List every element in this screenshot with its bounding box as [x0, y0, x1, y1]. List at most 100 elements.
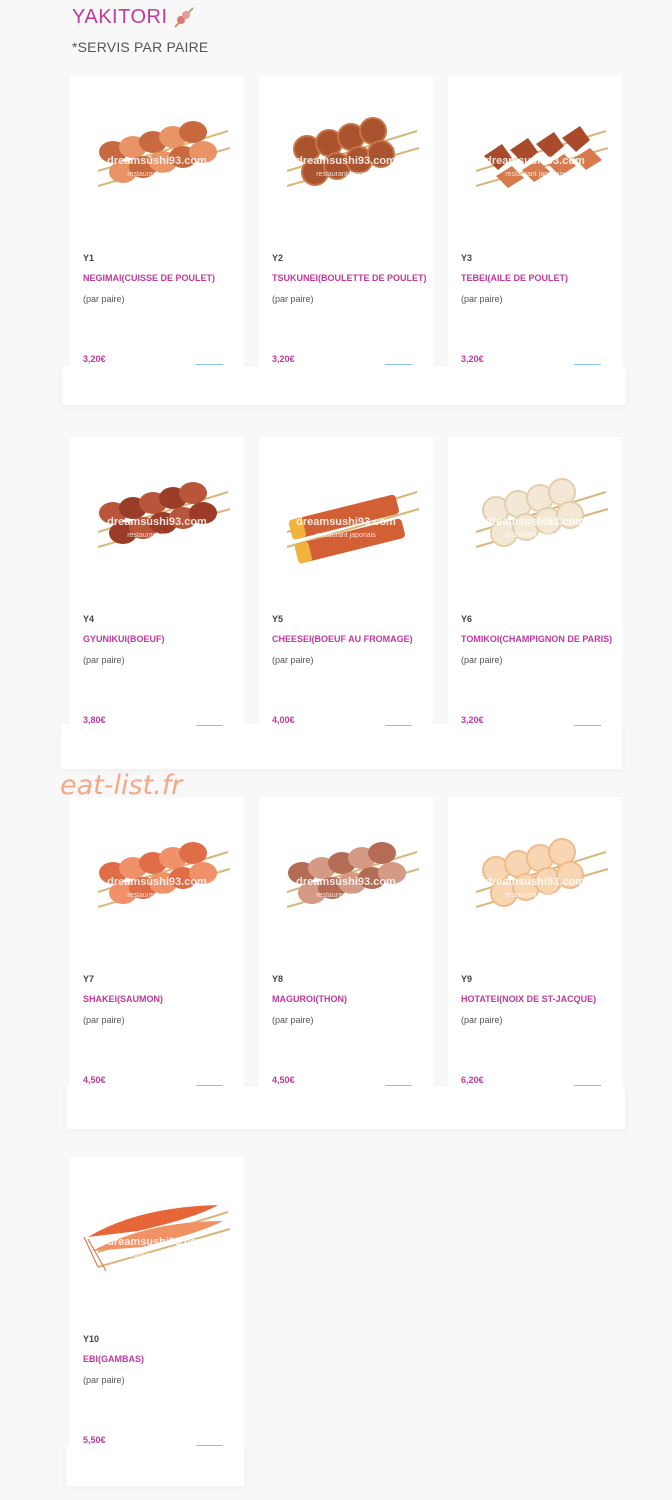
- add-to-cart-button[interactable]: [385, 364, 412, 365]
- product-card[interactable]: dreamsushi93.com restaurant japonais Y3 TEB…: [448, 76, 622, 366]
- product-description: (par paire): [461, 294, 503, 304]
- product-image[interactable]: dreamsushi93.com restaurant japonais: [78, 807, 236, 957]
- skewer-photo-icon: dreamsushi93.com restaurant japonais: [286, 491, 420, 564]
- product-code: Y2: [272, 253, 284, 263]
- product-code: Y6: [461, 614, 473, 624]
- product-price: 3,80€: [83, 715, 106, 725]
- product-code: Y7: [83, 974, 95, 984]
- product-code: Y8: [272, 974, 284, 984]
- product-image[interactable]: dreamsushi93.com restaurant japonais: [267, 86, 425, 236]
- product-image[interactable]: dreamsushi93.com restaurant japonais: [456, 86, 614, 236]
- product-card[interactable]: dreamsushi93.com restaurant japonais Y2 TSU…: [259, 76, 433, 366]
- add-to-cart-button[interactable]: [196, 1445, 223, 1446]
- add-to-cart-button[interactable]: [196, 725, 223, 726]
- skewer-photo-icon: dreamsushi93.com restaurant japonais: [475, 838, 609, 908]
- svg-text:dreamsushi93.com: dreamsushi93.com: [296, 155, 396, 167]
- row-band: [62, 366, 626, 405]
- product-card[interactable]: dreamsushi93.com restaurant japonais Y9 HOT…: [448, 797, 622, 1087]
- svg-text:dreamsushi93.com: dreamsushi93.com: [107, 516, 207, 528]
- site-watermark: eat-list.fr: [60, 770, 183, 801]
- skewer-photo-icon: dreamsushi93.com restaurant japonais: [475, 478, 609, 548]
- product-name[interactable]: GYUNIKUI(BOEUF): [83, 634, 241, 644]
- svg-text:restaurant japonais: restaurant japonais: [316, 892, 376, 899]
- svg-text:restaurant japonais: restaurant japonais: [505, 532, 565, 539]
- skewer-photo-icon: dreamsushi93.com restaurant japonais: [475, 126, 609, 188]
- page-subtitle: *SERVIS PAR PAIRE: [72, 39, 209, 55]
- product-name[interactable]: EBI(GAMBAS): [83, 1354, 241, 1364]
- skewer-photo-icon: dreamsushi93.com restaurant japonais: [286, 842, 420, 908]
- product-code: Y5: [272, 614, 284, 624]
- add-to-cart-button[interactable]: [385, 725, 412, 726]
- product-description: (par paire): [461, 655, 503, 665]
- product-card[interactable]: dreamsushi93.com restaurant japonais Y4 GYU…: [70, 437, 244, 727]
- skewer-photo-icon: dreamsushi93.com restaurant japonais: [97, 842, 231, 908]
- product-image[interactable]: dreamsushi93.com restaurant japonais: [456, 807, 614, 957]
- product-price: 3,20€: [83, 354, 106, 364]
- product-card[interactable]: dreamsushi93.com restaurant japonais Y1 NEG…: [70, 76, 244, 366]
- svg-text:dreamsushi93.com: dreamsushi93.com: [485, 155, 585, 167]
- product-code: Y10: [83, 1334, 100, 1344]
- product-name[interactable]: CHEESEI(BOEUF AU FROMAGE): [272, 634, 430, 644]
- row-band: [61, 724, 622, 769]
- add-to-cart-button[interactable]: [574, 364, 601, 365]
- add-to-cart-button[interactable]: [574, 725, 601, 726]
- product-code: Y4: [83, 614, 95, 624]
- product-card[interactable]: dreamsushi93.com restaurant japonais Y6 TOM…: [448, 437, 622, 727]
- product-card[interactable]: dreamsushi93.com restaurant japonais Y7 SHA…: [70, 797, 244, 1087]
- product-description: (par paire): [272, 294, 314, 304]
- product-description: (par paire): [83, 1015, 125, 1025]
- svg-text:restaurant japonais: restaurant japonais: [127, 892, 187, 899]
- product-name[interactable]: MAGUROI(THON): [272, 994, 430, 1004]
- product-price: 6,20€: [461, 1075, 484, 1085]
- svg-text:restaurant japonais: restaurant japonais: [127, 171, 187, 178]
- skewer-photo-icon: dreamsushi93.com restaurant japonais: [286, 117, 420, 187]
- add-to-cart-button[interactable]: [574, 1085, 601, 1086]
- product-card[interactable]: dreamsushi93.com restaurant japonais Y10 EB…: [70, 1157, 244, 1447]
- product-price: 5,50€: [83, 1435, 106, 1445]
- product-description: (par paire): [272, 1015, 314, 1025]
- skewer-photo-icon: dreamsushi93.com restaurant japonais: [97, 482, 231, 548]
- row-band: [66, 1446, 244, 1486]
- product-price: 3,20€: [272, 354, 295, 364]
- add-to-cart-button[interactable]: [196, 1085, 223, 1086]
- product-image[interactable]: dreamsushi93.com restaurant japonais: [78, 86, 236, 236]
- svg-text:dreamsushi93.com: dreamsushi93.com: [107, 876, 207, 888]
- svg-text:dreamsushi93.com: dreamsushi93.com: [296, 516, 396, 528]
- page-title: YAKITORI: [72, 6, 168, 28]
- product-name[interactable]: SHAKEI(SAUMON): [83, 994, 241, 1004]
- product-image[interactable]: dreamsushi93.com restaurant japonais: [267, 447, 425, 597]
- product-card[interactable]: dreamsushi93.com restaurant japonais Y8 MAG…: [259, 797, 433, 1087]
- product-code: Y3: [461, 253, 473, 263]
- product-name[interactable]: TSUKUNEI(BOULETTE DE POULET): [272, 273, 430, 283]
- svg-text:dreamsushi93.com: dreamsushi93.com: [107, 1236, 207, 1248]
- product-code: Y1: [83, 253, 95, 263]
- skewer-icon: [174, 7, 194, 28]
- svg-text:dreamsushi93.com: dreamsushi93.com: [485, 516, 585, 528]
- svg-text:restaurant japonais: restaurant japonais: [316, 171, 376, 178]
- product-description: (par paire): [461, 1015, 503, 1025]
- product-image[interactable]: dreamsushi93.com restaurant japonais: [456, 447, 614, 597]
- product-name[interactable]: TOMIKOI(CHAMPIGNON DE PARIS): [461, 634, 619, 644]
- product-card[interactable]: dreamsushi93.com restaurant japonais Y5 CHE…: [259, 437, 433, 727]
- svg-text:restaurant japonais: restaurant japonais: [127, 532, 187, 539]
- product-name[interactable]: HOTATEI(NOIX DE ST-JACQUE): [461, 994, 619, 1004]
- product-name[interactable]: TEBEI(AILE DE POULET): [461, 273, 619, 283]
- add-to-cart-button[interactable]: [385, 1085, 412, 1086]
- product-name[interactable]: NEGIMAI(CUISSE DE POULET): [83, 273, 241, 283]
- product-code: Y9: [461, 974, 473, 984]
- svg-text:dreamsushi93.com: dreamsushi93.com: [485, 876, 585, 888]
- product-description: (par paire): [83, 294, 125, 304]
- add-to-cart-button[interactable]: [196, 364, 223, 365]
- product-description: (par paire): [83, 1375, 125, 1385]
- product-price: 3,20€: [461, 354, 484, 364]
- svg-text:restaurant japonais: restaurant japonais: [505, 892, 565, 899]
- product-description: (par paire): [83, 655, 125, 665]
- product-image[interactable]: dreamsushi93.com restaurant japonais: [78, 447, 236, 597]
- svg-text:dreamsushi93.com: dreamsushi93.com: [107, 155, 207, 167]
- svg-text:restaurant japonais: restaurant japonais: [316, 532, 376, 539]
- product-image[interactable]: dreamsushi93.com restaurant japonais: [267, 807, 425, 957]
- skewer-photo-icon: dreamsushi93.com restaurant japonais: [83, 1205, 231, 1272]
- product-price: 4,00€: [272, 715, 295, 725]
- product-price: 3,20€: [461, 715, 484, 725]
- product-image[interactable]: dreamsushi93.com restaurant japonais: [78, 1167, 236, 1317]
